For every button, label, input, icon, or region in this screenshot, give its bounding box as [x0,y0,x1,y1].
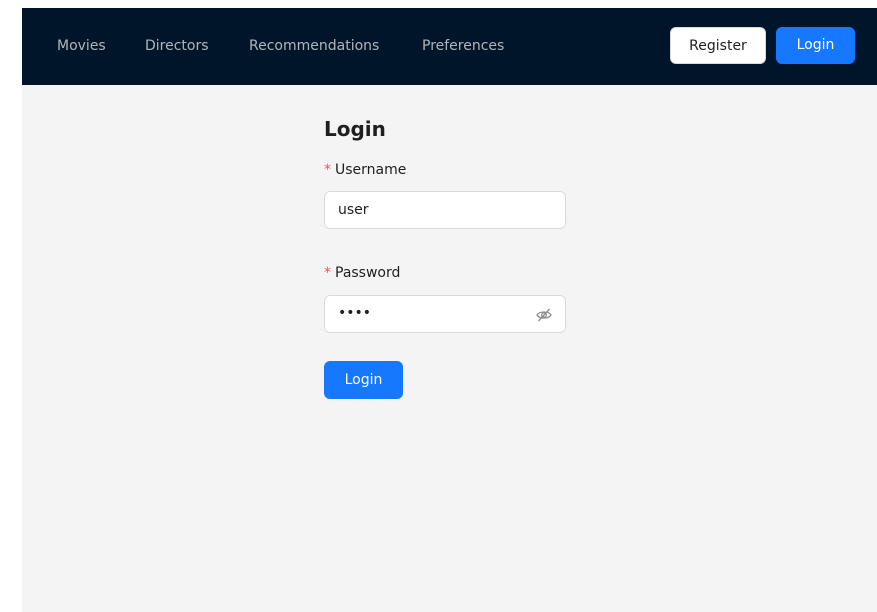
nav-item-directors[interactable]: Directors [145,37,209,55]
login-submit-button[interactable]: Login [324,361,403,399]
nav-item-movies[interactable]: Movies [57,37,106,55]
app-container: Movies Directors Recommendations Prefere… [22,8,877,612]
nav-item-recommendations[interactable]: Recommendations [249,37,379,55]
password-input[interactable]: •••• [324,295,566,333]
required-mark: * [324,162,331,178]
nav-login-button[interactable]: Login [776,27,855,64]
username-input[interactable]: user [324,191,566,229]
password-label-text: Password [335,265,401,281]
page-title: Login [324,117,386,141]
register-button[interactable]: Register [670,27,766,64]
top-navbar: Movies Directors Recommendations Prefere… [22,8,877,85]
required-mark: * [324,265,331,281]
nav-item-preferences[interactable]: Preferences [422,37,504,55]
eye-invisible-icon[interactable] [535,306,553,324]
password-label: * Password [324,264,400,282]
password-input-value: •••• [338,305,372,321]
username-label: * Username [324,161,406,179]
username-label-text: Username [335,162,407,178]
username-input-value: user [338,202,369,218]
